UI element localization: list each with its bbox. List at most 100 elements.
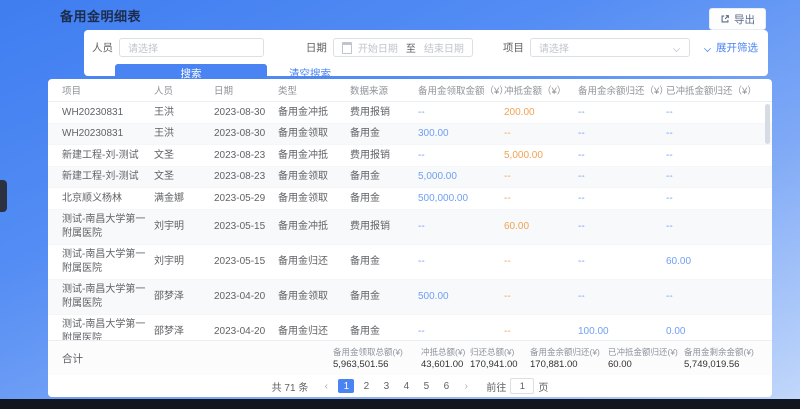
cell-offset: -- (504, 251, 578, 272)
cell-date: 2023-08-23 (214, 167, 278, 188)
summary-item-label: 已冲抵金额归还(¥) (608, 346, 684, 358)
cell-offset: -- (504, 188, 578, 209)
date-range-separator: 至 (406, 40, 416, 55)
cell-offset_return: -- (666, 124, 752, 145)
cell-received: 300.00 (418, 124, 504, 145)
cell-offset: 60.00 (504, 216, 578, 237)
summary-item: 备用金余额归还(¥)170,881.00 (530, 346, 608, 370)
prev-page-button[interactable]: ‹ (319, 379, 333, 393)
summary-row: 合计 备用金领取总额(¥)5,963,501.56冲抵总额(¥)43,601.0… (48, 340, 772, 375)
cell-offset_return: -- (666, 286, 752, 307)
cell-source: 费用报销 (350, 145, 418, 166)
table-row[interactable]: 测试-南昌大学第一附属医院刘宇明2023-05-15备用金冲抵费用报销--60.… (48, 210, 772, 245)
next-page-button[interactable]: › (459, 379, 473, 393)
calendar-icon (342, 42, 352, 54)
cell-date: 2023-04-20 (214, 286, 278, 307)
cell-person: 王洪 (154, 102, 214, 123)
filter-row: 人员 请选择 日期 开始日期 至 结束日期 项目 请选择 展开筛选 (92, 38, 758, 57)
summary-item-value: 5,963,501.56 (333, 359, 421, 370)
column-header: 数据来源 (350, 83, 418, 97)
cell-source: 费用报销 (350, 216, 418, 237)
expand-filters-link[interactable]: 展开筛选 (704, 40, 758, 55)
cell-person: 刘宇明 (154, 251, 214, 272)
bottom-taskbar-strip (0, 399, 800, 409)
table-row[interactable]: 北京顺义杨林满金娜2023-05-29备用金领取备用金500,000.00---… (48, 188, 772, 210)
project-placeholder: 请选择 (539, 40, 569, 55)
vertical-scrollbar[interactable] (765, 104, 770, 144)
table-row[interactable]: 测试-南昌大学第一附属医院邵梦泽2023-04-20备用金领取备用金500.00… (48, 280, 772, 315)
table-row[interactable]: 测试-南昌大学第一附属医院刘宇明2023-05-15备用金归还备用金------… (48, 245, 772, 280)
cell-project: 测试-南昌大学第一附属医院 (62, 210, 154, 244)
summary-item: 归还总额(¥)170,941.00 (470, 346, 530, 370)
cell-type: 备用金归还 (278, 321, 350, 340)
title-bar: 备用金明细表 导出 (0, 0, 800, 30)
cell-type: 备用金领取 (278, 124, 350, 145)
cell-balance_return: 100.00 (578, 321, 666, 340)
cell-type: 备用金冲抵 (278, 216, 350, 237)
cell-date: 2023-04-20 (214, 321, 278, 340)
cell-source: 备用金 (350, 251, 418, 272)
export-icon (720, 14, 730, 24)
table-row[interactable]: WH20230831王洪2023-08-30备用金冲抵费用报销--200.00-… (48, 102, 772, 124)
page-number-button[interactable]: 6 (438, 379, 454, 393)
page-number-button[interactable]: 4 (398, 379, 414, 393)
date-filter-label: 日期 (306, 40, 327, 55)
column-header: 已冲抵金额归还（¥） (666, 83, 752, 97)
cell-person: 文圣 (154, 145, 214, 166)
cell-date: 2023-08-23 (214, 145, 278, 166)
cell-offset: 200.00 (504, 102, 578, 123)
export-button[interactable]: 导出 (709, 8, 766, 30)
summary-item-label: 备用金领取总额(¥) (333, 346, 421, 358)
page-number-button[interactable]: 1 (338, 379, 354, 393)
cell-project: 测试-南昌大学第一附属医院 (62, 315, 154, 341)
cell-offset_return: -- (666, 167, 752, 188)
cell-project: 北京顺义杨林 (62, 188, 154, 209)
table-row[interactable]: WH20230831王洪2023-08-30备用金领取备用金300.00----… (48, 124, 772, 146)
cell-offset: 5,000.00 (504, 145, 578, 166)
cell-balance_return: -- (578, 145, 666, 166)
cell-received: -- (418, 145, 504, 166)
page-number-button[interactable]: 3 (378, 379, 394, 393)
column-header: 备用金领取金额（¥） (418, 83, 504, 97)
cell-type: 备用金冲抵 (278, 102, 350, 123)
table-row[interactable]: 新建工程-刘-测试文圣2023-08-23备用金领取备用金5,000.00---… (48, 167, 772, 189)
cell-type: 备用金归还 (278, 251, 350, 272)
summary-item: 已冲抵金额归还(¥)60.00 (608, 346, 684, 370)
cell-project: 测试-南昌大学第一附属医院 (62, 280, 154, 314)
cell-received: -- (418, 321, 504, 340)
cell-received: -- (418, 251, 504, 272)
date-range-input[interactable]: 开始日期 至 结束日期 (333, 38, 473, 57)
date-end-placeholder: 结束日期 (424, 40, 464, 55)
cell-date: 2023-08-30 (214, 102, 278, 123)
page-number-button[interactable]: 2 (358, 379, 374, 393)
cell-received: 5,000.00 (418, 167, 504, 188)
project-select-input[interactable]: 请选择 (530, 38, 690, 57)
cell-offset: -- (504, 286, 578, 307)
data-table-card: 项目人员日期类型数据来源备用金领取金额（¥）冲抵金额（¥）备用金余额归还（¥）已… (48, 79, 772, 397)
cell-received: 500.00 (418, 286, 504, 307)
cell-project: WH20230831 (62, 124, 154, 145)
cell-received: -- (418, 216, 504, 237)
cell-balance_return: -- (578, 216, 666, 237)
cell-offset_return: -- (666, 102, 752, 123)
table-row[interactable]: 新建工程-刘-测试文圣2023-08-23备用金冲抵费用报销--5,000.00… (48, 145, 772, 167)
cell-balance_return: -- (578, 188, 666, 209)
table-row[interactable]: 测试-南昌大学第一附属医院邵梦泽2023-04-20备用金归还备用金----10… (48, 315, 772, 341)
summary-item: 冲抵总额(¥)43,601.00 (421, 346, 470, 370)
cell-received: -- (418, 102, 504, 123)
chevron-down-icon (704, 45, 712, 50)
collapsed-drawer-handle[interactable] (0, 180, 7, 212)
cell-offset: -- (504, 167, 578, 188)
goto-page-input[interactable]: 1 (510, 378, 534, 394)
cell-offset_return: -- (666, 188, 752, 209)
person-filter-label: 人员 (92, 40, 113, 55)
table-body: WH20230831王洪2023-08-30备用金冲抵费用报销--200.00-… (48, 102, 772, 340)
summary-item-value: 170,941.00 (470, 359, 530, 370)
cell-source: 备用金 (350, 167, 418, 188)
summary-label: 合计 (62, 351, 83, 366)
expand-filters-label: 展开筛选 (716, 40, 758, 55)
person-select-input[interactable]: 请选择 (119, 38, 264, 57)
cell-offset: -- (504, 321, 578, 340)
summary-item-value: 170,881.00 (530, 359, 608, 370)
page-number-button[interactable]: 5 (418, 379, 434, 393)
